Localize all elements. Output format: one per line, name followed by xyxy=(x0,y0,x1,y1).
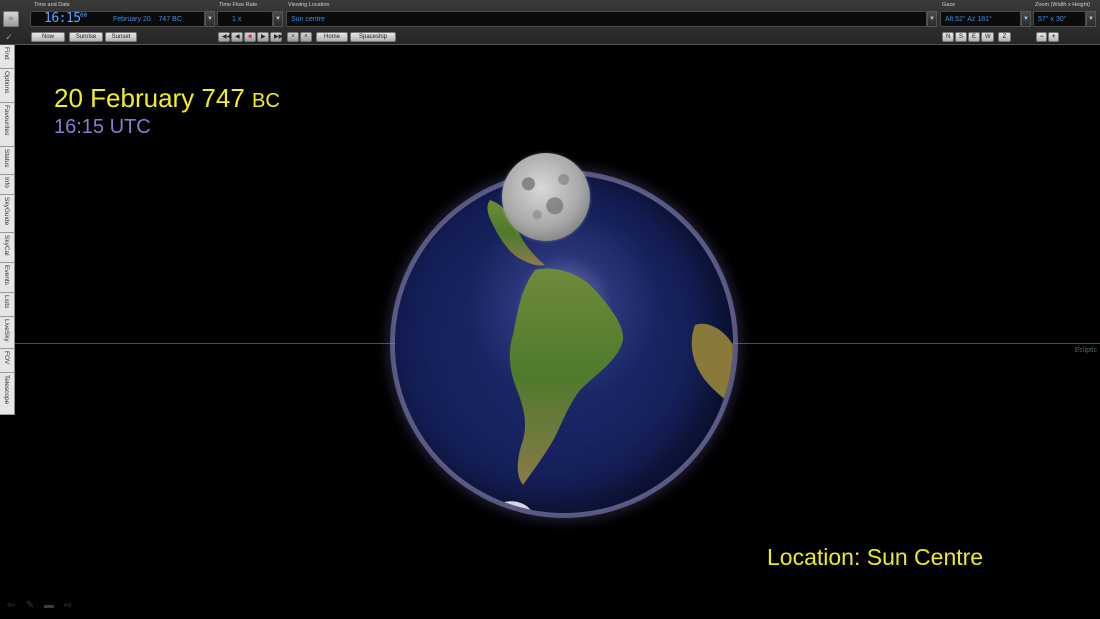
time-flow-dropdown-button[interactable]: ▼ xyxy=(273,11,283,27)
seconds-display[interactable]: 00 xyxy=(80,12,87,19)
date-display[interactable]: February 20 747 BC xyxy=(113,16,182,23)
time-display[interactable]: 16:15 xyxy=(44,12,81,26)
tab-skyguide[interactable]: SkyGuide xyxy=(0,195,14,233)
tab-lists[interactable]: Lists xyxy=(0,293,14,317)
moon[interactable] xyxy=(502,153,590,241)
tab-label: SkyCal xyxy=(3,235,10,256)
time-and-date-label: Time and Date xyxy=(34,2,70,8)
chevron-up-icon[interactable]: ˄ xyxy=(300,32,312,42)
ecliptic-label: Ecliptic xyxy=(1074,347,1097,354)
tab-fov[interactable]: FOV xyxy=(0,349,14,373)
time-flow-value: 1 x xyxy=(232,16,242,23)
location-label: Location: Sun Centre xyxy=(767,544,984,570)
gaze-value: Alt 52° Az 181° xyxy=(945,16,992,23)
home-button[interactable]: Home xyxy=(316,32,348,42)
viewing-location-value: Sun centre xyxy=(291,16,325,23)
now-button[interactable]: Now xyxy=(31,32,65,42)
zoom-in-button[interactable]: + xyxy=(1048,32,1059,42)
utc-time: 16:15 UTC xyxy=(54,116,151,138)
zoom-display[interactable]: 57° x 30° xyxy=(1033,11,1086,27)
tab-label: Events xyxy=(3,265,10,285)
tab-skycal[interactable]: SkyCal xyxy=(0,233,14,263)
zoom-dropdown-button[interactable]: ▼ xyxy=(1086,11,1096,27)
tab-find[interactable]: Find xyxy=(0,45,14,69)
time-flow-label: Time Flow Rate xyxy=(219,2,258,8)
sky-view[interactable]: Ecliptic 20 February 747 BC 16:15 UTC Lo… xyxy=(15,45,1100,619)
forward-arrow-icon[interactable]: ⇨ xyxy=(62,601,74,611)
starry-logo-button[interactable]: ☼ xyxy=(3,11,19,27)
tab-events[interactable]: Events xyxy=(0,263,14,293)
compass-zenith-button[interactable]: Z xyxy=(998,32,1011,42)
compass-west-button[interactable]: W xyxy=(981,32,994,42)
time-flow-display[interactable]: 1 x xyxy=(217,11,273,27)
gaze-label: Gaze xyxy=(942,2,956,8)
tab-label: LiveSky xyxy=(3,319,10,342)
tab-label: SkyGuide xyxy=(3,197,10,226)
spaceship-button[interactable]: Spaceship xyxy=(350,32,396,42)
step-back-icon[interactable]: ◀ xyxy=(231,32,243,42)
tab-label: Options xyxy=(3,71,10,94)
tab-favourites[interactable]: Favourites xyxy=(0,103,14,147)
pencil-icon[interactable]: ✎ xyxy=(24,601,36,611)
date-month-day: February 20 xyxy=(113,16,151,23)
gaze-display[interactable]: Alt 52° Az 181° xyxy=(940,11,1021,27)
date-year: 747 BC xyxy=(158,16,182,23)
date-title-text: 20 February 747 xyxy=(54,83,245,113)
back-arrow-icon[interactable]: ⇦ xyxy=(5,601,17,611)
tab-label: Lists xyxy=(3,295,10,309)
tab-status[interactable]: Status xyxy=(0,147,14,175)
date-title: 20 February 747 BC xyxy=(54,83,280,114)
step-back-fast-icon[interactable]: ◀◀ xyxy=(218,32,231,42)
sunrise-button[interactable]: Sunrise xyxy=(69,32,103,42)
tab-label: FOV xyxy=(3,351,10,365)
toolbar: ☼ Time and Date 16:15 00 February 20 747… xyxy=(0,0,1100,45)
tab-label: Favourites xyxy=(3,105,10,136)
viewing-location-dropdown-button[interactable]: ▼ xyxy=(927,11,937,27)
screen-icon[interactable]: ▬ xyxy=(43,601,55,611)
pin-icon[interactable]: ✓ xyxy=(3,32,15,42)
tab-label: Find xyxy=(3,47,10,60)
step-forward-fast-icon[interactable]: ▶▶ xyxy=(270,32,283,42)
zoom-out-button[interactable]: − xyxy=(1036,32,1047,42)
tab-livesky[interactable]: LiveSky xyxy=(0,317,14,349)
tab-info[interactable]: Info xyxy=(0,175,14,195)
zoom-value: 57° x 30° xyxy=(1038,16,1067,23)
zoom-label: Zoom (Width x Height) xyxy=(1035,2,1091,8)
sunset-button[interactable]: Sunset xyxy=(105,32,137,42)
stop-icon[interactable]: ■ xyxy=(244,32,256,42)
tab-telescope[interactable]: Telescope xyxy=(0,373,14,415)
viewing-location-display[interactable]: Sun centre xyxy=(286,11,927,27)
viewing-location-label: Viewing Location xyxy=(288,2,330,8)
play-icon[interactable]: ▶ xyxy=(257,32,269,42)
side-tabs: Find Options Favourites Status Info SkyG… xyxy=(0,45,15,415)
compass-east-button[interactable]: E xyxy=(968,32,980,42)
date-title-era: BC xyxy=(252,90,280,112)
tab-label: Info xyxy=(3,177,10,188)
tab-options[interactable]: Options xyxy=(0,69,14,103)
chevron-down-icon[interactable]: ˅ xyxy=(287,32,299,42)
compass-north-button[interactable]: N xyxy=(942,32,954,42)
gaze-dropdown-button[interactable]: ▼ xyxy=(1021,11,1031,27)
compass-south-button[interactable]: S xyxy=(955,32,967,42)
date-dropdown-button[interactable]: ▼ xyxy=(205,11,215,27)
tab-label: Status xyxy=(3,149,10,168)
tab-label: Telescope xyxy=(3,375,10,405)
